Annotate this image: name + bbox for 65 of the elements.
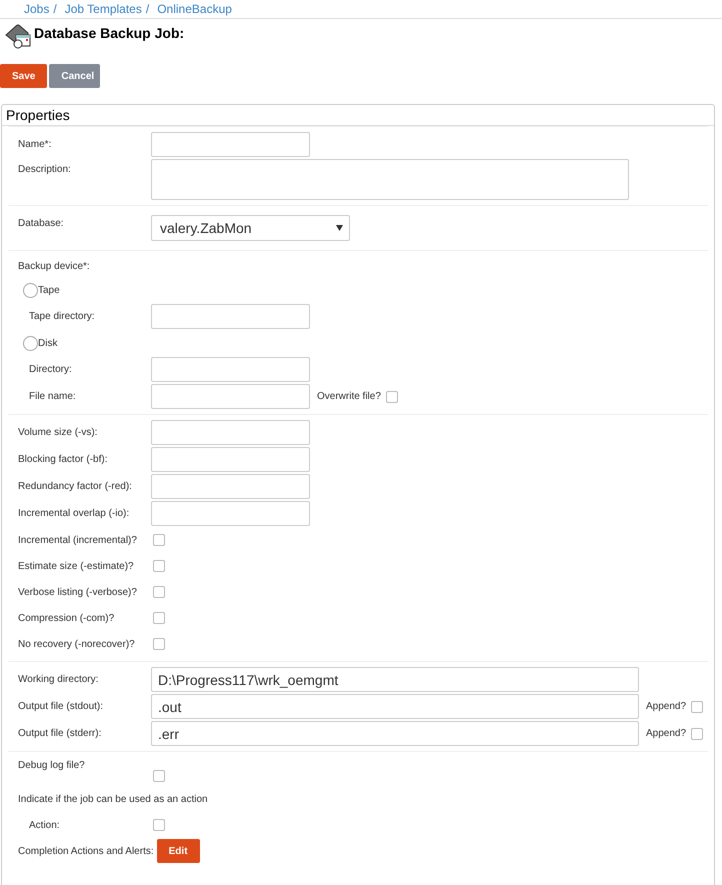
field-label: Directory:	[28, 364, 73, 375]
text-field[interactable]: .err	[151, 721, 639, 746]
text-field[interactable]	[151, 384, 310, 409]
field-label: Description:	[18, 164, 72, 175]
field-label: Output file (stdout):	[18, 701, 104, 712]
field-label: Estimate size (-estimate)?	[18, 560, 135, 572]
breadcrumb-link[interactable]: Jobs	[24, 2, 50, 18]
breadcrumb-separator: /	[146, 2, 150, 18]
panel-title: Properties	[2, 105, 714, 126]
breadcrumb-link[interactable]: Job Templates	[64, 2, 142, 18]
save-button[interactable]: Save	[0, 64, 48, 88]
text-field[interactable]	[151, 420, 310, 445]
dropdown[interactable]: valery.ZabMon	[151, 215, 350, 241]
radio-label: Disk	[38, 338, 58, 348]
field-label: Verbose listing (-verbose)?	[18, 586, 138, 598]
checkbox[interactable]	[691, 700, 704, 712]
checkbox-label: Append?	[646, 728, 686, 739]
checkbox-label: Append?	[646, 701, 686, 712]
field-label: Debug log file?	[18, 760, 86, 771]
field-label: Incremental overlap (-io):	[18, 508, 130, 519]
database-calendar-icon	[4, 23, 32, 49]
breadcrumb-link[interactable]: OnlineBackup	[157, 2, 232, 18]
text-field[interactable]: D:\Progress117\wrk_oemgmt	[151, 667, 639, 692]
checkbox[interactable]	[153, 638, 165, 650]
checkbox-label: Overwrite file?	[317, 391, 381, 402]
checkbox[interactable]	[386, 390, 398, 402]
field-label: No recovery (-norecover)?	[18, 638, 136, 650]
field-label: Compression (-com)?	[18, 612, 116, 624]
field-label: Volume size (-vs):	[18, 427, 98, 438]
field-label: Completion Actions and Alerts:	[18, 846, 154, 856]
field-label: Backup device*:	[18, 260, 91, 272]
field-label: Action:	[28, 820, 61, 830]
checkbox[interactable]	[691, 728, 704, 740]
checkbox[interactable]	[153, 586, 165, 598]
text-field[interactable]	[151, 474, 310, 499]
radio-button[interactable]	[23, 282, 38, 298]
edit-button[interactable]: Edit	[156, 839, 200, 863]
caret-icon	[336, 225, 343, 231]
checkbox[interactable]	[153, 819, 165, 831]
cancel-button[interactable]: Cancel	[49, 64, 100, 88]
radio-button[interactable]	[23, 336, 38, 350]
checkbox[interactable]	[153, 770, 165, 782]
text-area[interactable]	[151, 159, 629, 200]
checkbox[interactable]	[153, 612, 165, 624]
text-field[interactable]	[151, 304, 310, 329]
text-field[interactable]	[151, 501, 310, 526]
field-label: Output file (stderr):	[18, 728, 102, 739]
checkbox[interactable]	[153, 560, 165, 572]
text-field[interactable]	[151, 132, 310, 157]
field-label: Database:	[18, 218, 65, 229]
field-label: Blocking factor (-bf):	[18, 454, 108, 465]
field-label: Working directory:	[18, 674, 100, 685]
field-label: Incremental (incremental)?	[18, 534, 138, 546]
field-label: Name*:	[18, 139, 52, 150]
help-text: Indicate if the job can be used as an action	[18, 794, 208, 804]
radio-label: Tape	[38, 284, 60, 296]
breadcrumb-separator: /	[53, 2, 57, 18]
text-field[interactable]	[151, 447, 310, 472]
field-label: Tape directory:	[28, 311, 96, 322]
checkbox[interactable]	[153, 534, 165, 546]
field-label: File name:	[28, 391, 77, 402]
page-title: Database Backup Job:	[34, 25, 184, 41]
text-field[interactable]	[151, 357, 310, 382]
field-label: Redundancy factor (-red):	[18, 481, 133, 492]
text-field[interactable]: .out	[151, 694, 639, 719]
